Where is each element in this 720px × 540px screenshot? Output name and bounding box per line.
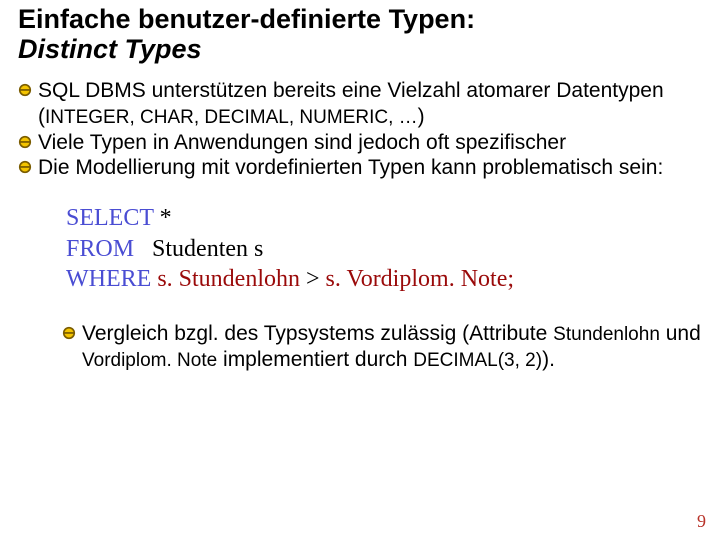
bullet-icon xyxy=(18,83,32,97)
bullet-text: SQL DBMS unterstützen bereits eine Vielz… xyxy=(38,78,702,129)
bullet-text: Die Modellierung mit vordefinierten Type… xyxy=(38,155,663,181)
sql-keyword-select: SELECT xyxy=(66,205,154,231)
sub-decimal: DECIMAL(3, 2) xyxy=(413,350,542,371)
bullet-text: Viele Typen in Anwendungen sind jedoch o… xyxy=(38,130,566,156)
sql-where-lhs: s. Stundenlohn xyxy=(151,266,300,292)
bullet-list: SQL DBMS unterstützen bereits eine Vielz… xyxy=(18,78,702,180)
sql-line: WHERE s. Stundenlohn > s. Vordiplom. Not… xyxy=(66,264,702,295)
sub-part2: implementiert durch xyxy=(217,348,413,371)
bullet-item: Viele Typen in Anwendungen sind jedoch o… xyxy=(18,130,702,156)
bullet-post: ) xyxy=(418,105,425,128)
sub-attr2: Vordiplom. Note xyxy=(82,350,217,371)
slide-title: Einfache benutzer-definierte Typen: Dist… xyxy=(18,4,702,64)
sub-part1: Vergleich bzgl. des Typsystems zulässig … xyxy=(82,322,553,345)
sql-where-op: > xyxy=(300,266,326,292)
sql-select-rest: * xyxy=(154,205,172,231)
sql-example: SELECT * FROM Studenten s WHERE s. Stund… xyxy=(66,203,702,295)
sql-where-rhs: s. Vordiplom. Note; xyxy=(326,266,514,292)
title-line-1: Einfache benutzer-definierte Typen: xyxy=(18,4,702,34)
page-number: 9 xyxy=(697,511,706,532)
sql-keyword-from: FROM xyxy=(66,236,134,262)
sub-attr1: Stundenlohn xyxy=(553,324,660,345)
bullet-icon xyxy=(18,160,32,174)
sql-line: SELECT * xyxy=(66,203,702,234)
sub-bullet-text: Vergleich bzgl. des Typsystems zulässig … xyxy=(82,321,702,372)
bullet-types: INTEGER, CHAR, DECIMAL, NUMERIC, … xyxy=(45,107,418,128)
bullet-item: Die Modellierung mit vordefinierten Type… xyxy=(18,155,702,181)
bullet-item: SQL DBMS unterstützen bereits eine Vielz… xyxy=(18,78,702,129)
sub-bullet-item: Vergleich bzgl. des Typsystems zulässig … xyxy=(62,321,702,372)
bullet-icon xyxy=(62,326,76,340)
title-line-2: Distinct Types xyxy=(18,34,702,64)
sub-bullet-list: Vergleich bzgl. des Typsystems zulässig … xyxy=(62,321,702,372)
slide: Einfache benutzer-definierte Typen: Dist… xyxy=(0,0,720,540)
sql-from-rest: Studenten s xyxy=(134,236,263,262)
sql-keyword-where: WHERE xyxy=(66,266,151,292)
sql-line: FROM Studenten s xyxy=(66,234,702,265)
bullet-icon xyxy=(18,135,32,149)
sub-mid: und xyxy=(660,322,701,345)
sub-tail: ). xyxy=(542,348,555,371)
